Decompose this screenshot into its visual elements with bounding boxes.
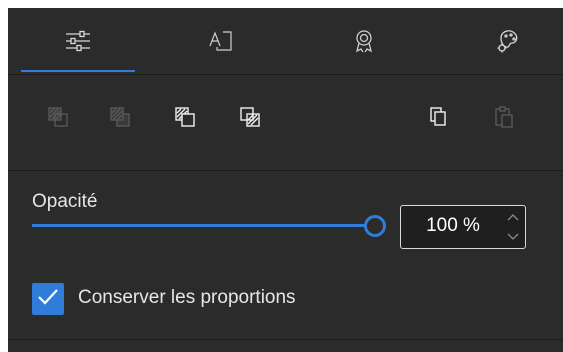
text-frame-icon (208, 30, 234, 52)
paste-icon (494, 105, 514, 133)
keep-proportions-checkbox[interactable] (32, 283, 64, 315)
tab-adjustments[interactable] (10, 8, 145, 74)
tab-color[interactable] (440, 8, 563, 74)
divider (8, 339, 563, 340)
tab-bar (8, 8, 563, 75)
opacity-label: Opacité (32, 191, 98, 212)
send-to-back-icon (109, 106, 131, 133)
spin-down-button[interactable] (505, 230, 521, 244)
chevron-up-icon (507, 208, 519, 226)
spin-up-button[interactable] (505, 210, 521, 224)
palette-settings-icon (495, 28, 521, 54)
paste-button[interactable] (491, 105, 517, 133)
checkmark-icon (37, 288, 59, 311)
bring-forward-button[interactable] (172, 106, 198, 132)
keep-proportions-label[interactable]: Conserver les proportions (78, 287, 296, 309)
chevron-down-icon (507, 228, 519, 246)
opacity-slider-thumb[interactable] (364, 215, 386, 237)
tab-text[interactable] (153, 8, 288, 74)
active-tab-indicator (21, 70, 135, 72)
send-backward-button[interactable] (237, 106, 263, 132)
copy-icon (429, 106, 449, 133)
bring-forward-icon (174, 106, 196, 133)
arrange-toolbar (8, 75, 563, 171)
opacity-slider-track[interactable] (32, 224, 367, 227)
copy-button[interactable] (426, 106, 452, 132)
opacity-value[interactable]: 100 % (413, 215, 493, 237)
send-backward-icon (239, 106, 261, 133)
properties-panel: Opacité 100 % Conserver les proportions (8, 8, 563, 352)
bring-to-front-icon (47, 106, 69, 133)
opacity-section: Opacité 100 % Conserver les proportions (8, 171, 563, 339)
opacity-spinbox[interactable]: 100 % (400, 205, 526, 249)
send-to-back-button[interactable] (107, 106, 133, 132)
tab-badge[interactable] (296, 8, 431, 74)
bring-to-front-button[interactable] (45, 106, 71, 132)
sliders-icon (65, 29, 91, 53)
award-badge-icon (354, 29, 374, 53)
